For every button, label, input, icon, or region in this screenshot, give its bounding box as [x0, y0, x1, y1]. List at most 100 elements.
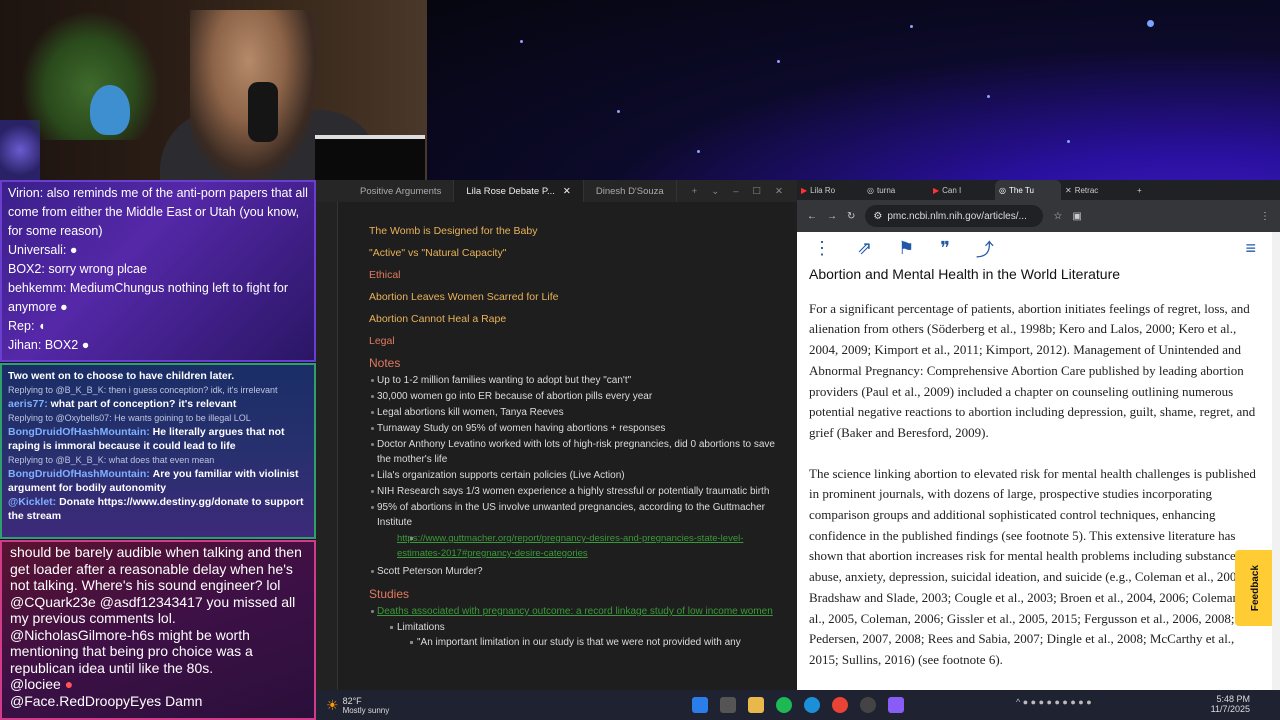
obsidian-icon[interactable]	[888, 697, 904, 713]
maximize-icon[interactable]: ☐	[753, 186, 762, 197]
clock-time: 5:48 PM	[1216, 694, 1250, 704]
clock[interactable]: 5:48 PM 11/7/2025	[1211, 694, 1250, 714]
guttmacher-link[interactable]: https://www.guttmacher.org/report/pregna…	[363, 531, 783, 561]
chat-panel-top: Virion: also reminds me of the anti-porn…	[0, 180, 316, 362]
note-heading[interactable]: Legal	[369, 334, 777, 349]
chevron-down-icon[interactable]: ⌄	[711, 186, 719, 197]
tab-positive-arguments[interactable]: Positive Arguments	[348, 180, 455, 202]
youtube-icon: ▶	[801, 185, 808, 195]
share-icon[interactable]: ⤴	[976, 236, 994, 262]
bookmark-icon[interactable]: ⚑	[898, 238, 914, 259]
back-icon[interactable]: ←	[807, 211, 817, 222]
close-icon[interactable]: ✕	[775, 186, 783, 197]
list-item: 30,000 women go into ER because of abort…	[363, 389, 783, 404]
note-content: The Womb is Designed for the Baby "Activ…	[363, 224, 783, 650]
microphone-image	[248, 82, 278, 142]
x-icon: ✕	[1065, 185, 1072, 195]
chat-panel-middle: Two went on to choose to have children l…	[0, 363, 316, 539]
study-link[interactable]: Deaths associated with pregnancy outcome…	[363, 604, 783, 619]
file-explorer-icon[interactable]	[748, 697, 764, 713]
feedback-button[interactable]: Feedback	[1235, 550, 1275, 626]
article-toolbar: ⋮ ⇗ ⚑ ❞ ⤴ ≡	[797, 232, 1272, 265]
emote-icon: ●	[60, 300, 68, 314]
chat-message: @CQuark23e @asdf12343417 you missed all …	[10, 593, 296, 627]
obsidian-ribbon	[316, 202, 338, 690]
minimize-icon[interactable]: –	[733, 186, 738, 197]
obsidian-tab-bar: Positive Arguments Lila Rose Debate P...…	[316, 180, 797, 202]
edge-icon[interactable]	[804, 697, 820, 713]
chat-message: BOX2: sorry wrong plcae	[8, 262, 147, 276]
article-paragraph: The science linking abortion to elevated…	[809, 465, 1256, 667]
chrome-icon[interactable]	[832, 697, 848, 713]
open-external-icon[interactable]: ⇗	[857, 238, 872, 259]
notes-section-title: Notes	[369, 356, 401, 370]
clock-date: 11/7/2025	[1210, 704, 1250, 714]
chat-message: @NicholasGilmore-h6s might be worth ment…	[10, 626, 253, 676]
tab-dinesh-dsouza[interactable]: Dinesh D'Souza	[584, 180, 677, 202]
list-item: "An important limitation in our study is…	[363, 635, 783, 650]
chrome-toolbar: ← → ↻ ⚙ pmc.ncbi.nlm.nih.gov/articles/...…	[797, 200, 1280, 232]
system-tray[interactable]: ^ ● ● ● ● ● ● ● ● ●	[1016, 697, 1092, 707]
address-bar[interactable]: ⚙ pmc.ncbi.nlm.nih.gov/articles/...	[865, 205, 1044, 227]
reply-indicator: Replying to @Oxybells07: He wants goinin…	[8, 413, 251, 423]
note-heading[interactable]: "Active" vs "Natural Capacity"	[369, 246, 777, 261]
more-options-icon[interactable]: ⋮	[813, 238, 831, 259]
menu-icon[interactable]: ⋮	[1260, 211, 1270, 222]
start-icon[interactable]	[692, 697, 708, 713]
studies-section-title: Studies	[369, 587, 410, 601]
note-heading[interactable]: The Womb is Designed for the Baby	[369, 224, 777, 239]
chat-message: behkemm: MediumChungus nothing left to f…	[8, 281, 289, 314]
list-item: Turnaway Study on 95% of women having ab…	[363, 421, 783, 436]
piano-image	[315, 135, 425, 180]
emote-icon: ●	[64, 676, 74, 692]
cite-icon[interactable]: ❞	[940, 238, 950, 259]
star-icon[interactable]: ☆	[1053, 211, 1062, 222]
chat-message: Universali: ●	[8, 243, 78, 257]
list-item: 95% of abortions in the US involve unwan…	[363, 500, 783, 530]
article-body: Abortion and Mental Health in the World …	[809, 264, 1261, 691]
globe-icon: ◎	[999, 185, 1006, 195]
emote-icon: ●	[69, 243, 78, 257]
site-info-icon[interactable]: ⚙	[873, 211, 882, 222]
forward-icon[interactable]: →	[827, 211, 837, 222]
reload-icon[interactable]: ↻	[847, 211, 855, 222]
browser-tab[interactable]: ▶ Can I	[929, 180, 995, 200]
chat-message: @Kicklet: Donate https://www.destiny.gg/…	[8, 496, 304, 522]
chat-message: aeris77: what part of conception? it's r…	[8, 398, 237, 410]
tab-lila-rose-debate[interactable]: Lila Rose Debate P... ✕	[454, 180, 584, 202]
scrollbar[interactable]	[1272, 232, 1280, 690]
note-heading[interactable]: Abortion Leaves Women Scarred for Life	[369, 290, 777, 305]
task-view-icon[interactable]	[720, 697, 736, 713]
browser-tab[interactable]: ▶ Lila Ro	[797, 180, 863, 200]
space-background	[427, 0, 1280, 180]
extensions-icon[interactable]: ▣	[1072, 211, 1081, 222]
emote-icon: ◖	[37, 319, 46, 333]
chat-message: should be barely audible when talking an…	[10, 544, 302, 593]
emote-icon: ●	[81, 338, 90, 352]
note-heading[interactable]: Abortion Cannot Heal a Rape	[369, 312, 777, 327]
list-item: Limitations	[363, 620, 783, 635]
chat-panel-bottom: should be barely audible when talking an…	[0, 540, 316, 720]
new-tab-icon[interactable]: +	[692, 186, 698, 197]
list-item: Scott Peterson Murder?	[363, 564, 783, 579]
close-icon[interactable]: ✕	[563, 186, 571, 197]
note-heading[interactable]: Ethical	[369, 268, 777, 283]
browser-tab[interactable]: ◎ turna	[863, 180, 929, 200]
article-section-title: Abortion and Mental Health in the World …	[809, 266, 1121, 282]
list-item: Doctor Anthony Levatino worked with lots…	[363, 437, 783, 467]
list-icon[interactable]: ≡	[1245, 238, 1256, 259]
chat-message: Rep: ◖	[8, 319, 46, 333]
browser-tab-active[interactable]: ◎ The Tu	[995, 180, 1061, 200]
weather-desc: Mostly sunny	[342, 706, 390, 715]
chat-message: Jihan: BOX2 ●	[8, 338, 90, 352]
new-tab-icon[interactable]: +	[1137, 186, 1142, 195]
browser-tab[interactable]: ✕ Retrac	[1061, 180, 1127, 200]
youtube-icon: ▶	[933, 185, 940, 195]
weather-widget[interactable]: ☀ 82°F Mostly sunny	[326, 696, 389, 715]
spotify-icon[interactable]	[776, 697, 792, 713]
article-paragraph: For a significant percentage of patients…	[809, 300, 1256, 440]
chat-message: Two went on to choose to have children l…	[8, 370, 235, 382]
list-item: Legal abortions kill women, Tanya Reeves	[363, 405, 783, 420]
obs-icon[interactable]	[860, 697, 876, 713]
weather-temp: 82°F	[342, 696, 362, 706]
